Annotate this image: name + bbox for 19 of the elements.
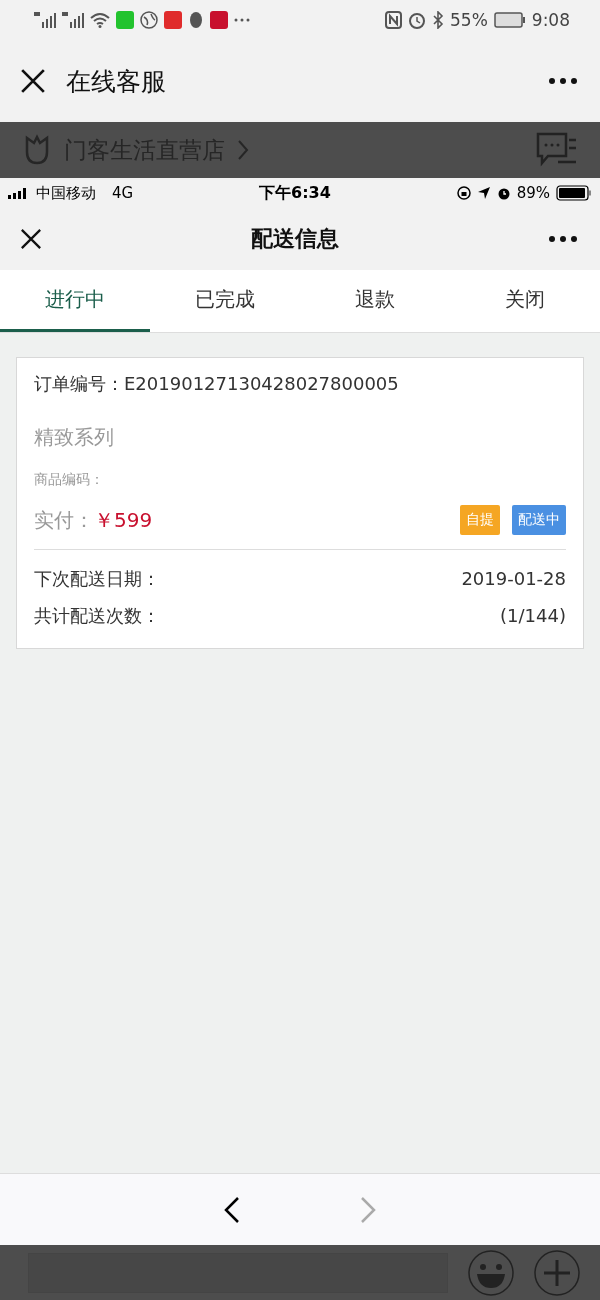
battery-percent: 89%: [516, 184, 550, 202]
status-tag: 配送中: [512, 505, 566, 535]
status-tag: 自提: [460, 505, 500, 535]
clock-time: 下午6:34: [259, 182, 331, 204]
detail-value: (1/144): [500, 605, 566, 626]
battery-percent: 55%: [450, 10, 488, 30]
product-code-label: 商品编码：: [34, 471, 105, 489]
order-number: 订单编号：E20190127130428027800005: [34, 372, 400, 396]
paid-label: 实付：: [34, 506, 94, 534]
product-series: 精致系列: [34, 424, 115, 451]
detail-label: 下次配送日期：: [34, 566, 160, 591]
page-title: 在线客服: [66, 65, 167, 98]
carrier-name: 中国移动: [36, 183, 96, 203]
clock-time: 9:08: [531, 10, 570, 30]
detail-value: 2019-01-28: [461, 568, 566, 589]
network-type: 4G: [112, 184, 134, 202]
page-title: 配送信息: [250, 225, 340, 253]
price: ￥599: [94, 506, 153, 534]
detail-label: 共计配送次数：: [34, 603, 160, 628]
